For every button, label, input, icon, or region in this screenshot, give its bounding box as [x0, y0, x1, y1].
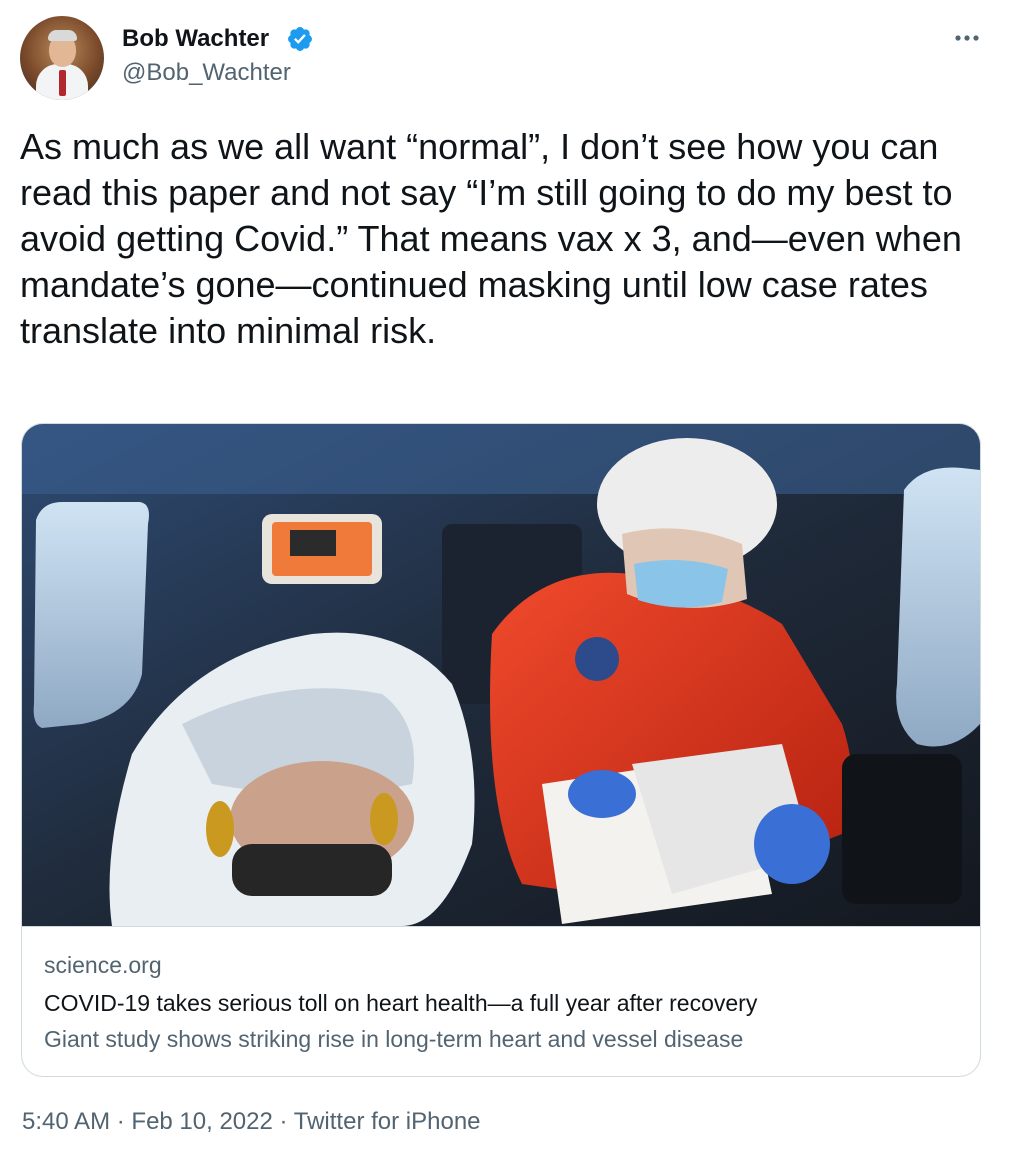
more-options-icon[interactable]	[950, 26, 984, 50]
card-description: Giant study shows striking rise in long-…	[44, 1026, 744, 1052]
tweet-source[interactable]: Twitter for iPhone	[294, 1108, 481, 1135]
card-title: COVID-19 takes serious toll on heart hea…	[44, 990, 758, 1016]
footer-separator: ·	[116, 1108, 125, 1135]
author-name[interactable]: Bob Wachter	[122, 24, 269, 54]
tweet: Bob Wachter @Bob_Wachter As much as we a…	[0, 0, 1018, 1150]
author-avatar[interactable]	[20, 16, 104, 100]
author-handle[interactable]: @Bob_Wachter	[122, 58, 291, 88]
tweet-text: As much as we all want “normal”, I don’t…	[20, 126, 962, 351]
avatar-tie	[59, 70, 66, 96]
tweet-date[interactable]: Feb 10, 2022	[131, 1108, 272, 1135]
tweet-time[interactable]: 5:40 AM	[22, 1108, 110, 1135]
footer-separator: ·	[279, 1108, 288, 1135]
link-card[interactable]: science.org COVID-19 takes serious toll …	[21, 423, 981, 1077]
card-image[interactable]	[22, 424, 980, 926]
card-domain: science.org	[44, 952, 162, 978]
verified-badge-icon	[288, 27, 312, 51]
card-meta[interactable]: science.org COVID-19 takes serious toll …	[22, 926, 980, 1076]
avatar-hair	[48, 30, 77, 41]
tweet-footer: 5:40 AM · Feb 10, 2022 · Twitter for iPh…	[22, 1106, 481, 1138]
